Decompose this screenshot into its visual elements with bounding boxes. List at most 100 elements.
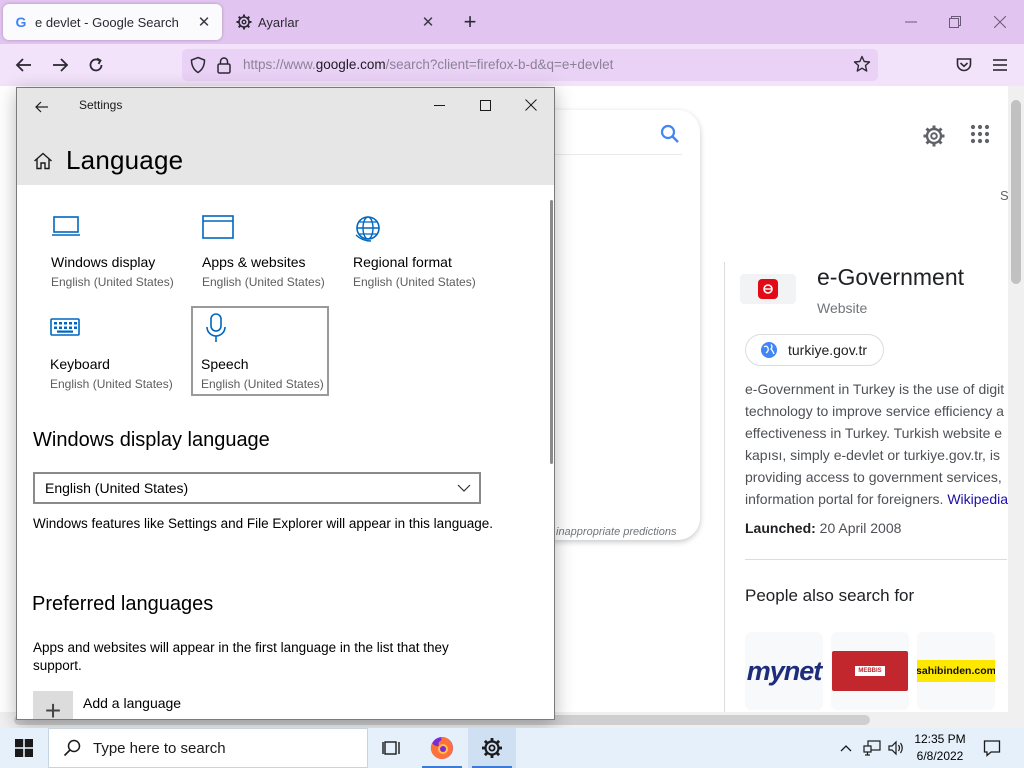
tab-ayarlar[interactable]: Ayarlar ✕ (226, 4, 446, 40)
close-window-icon[interactable] (508, 90, 554, 120)
desc-line: kapısı, simply e-devlet or turkiye.gov.t… (745, 447, 1000, 463)
url-text[interactable]: https://www.google.com/search?client=fir… (243, 57, 613, 72)
launched-label: Launched: (745, 520, 816, 536)
tile-subtitle: English (United States) (51, 275, 174, 289)
plus-icon: + (33, 691, 73, 719)
tile-windows-display[interactable]: Windows display English (United States) (35, 206, 174, 294)
windows-start-icon[interactable] (0, 728, 48, 768)
people-also-search-heading: People also search for (745, 586, 915, 605)
minimize-icon[interactable] (416, 90, 462, 120)
browser-tab-bar: G e devlet - Google Search ✕ Ayarlar ✕ + (0, 0, 1024, 44)
forward-arrow-icon[interactable] (46, 51, 74, 79)
maximize-icon[interactable] (462, 90, 508, 120)
new-tab-button[interactable]: + (458, 9, 482, 34)
knowledge-panel-subtitle: Website (817, 300, 868, 316)
url-prefix: https://www. (243, 57, 316, 72)
pasf-card-sahibinden[interactable]: sahibinden.com (917, 632, 995, 710)
tab-google-search[interactable]: G e devlet - Google Search ✕ (3, 4, 222, 40)
close-tab-icon[interactable]: ✕ (418, 12, 438, 32)
tile-subtitle: English (United States) (201, 377, 324, 391)
monitor-icon (51, 214, 81, 245)
desc-line: technology to improve service efficiency… (745, 403, 1004, 419)
gear-icon (236, 14, 252, 30)
dropdown-selected-value: English (United States) (45, 480, 189, 496)
search-suggestions-dropdown[interactable] (530, 110, 700, 540)
url-path: /search?client=firefox-b-d&q=e+devlet (385, 57, 614, 72)
tile-label: Speech (201, 356, 249, 372)
tile-label: Keyboard (50, 356, 110, 372)
search-icon[interactable] (660, 124, 680, 149)
wikipedia-link[interactable]: Wikipedia (947, 491, 1008, 507)
taskbar-search-box[interactable]: Type here to search (48, 728, 368, 768)
globe-icon (353, 214, 383, 249)
taskbar-clock[interactable]: 12:35 PM 6/8/2022 (912, 731, 968, 765)
knowledge-panel-description: e-Government in Turkey is the use of dig… (745, 378, 1024, 510)
windows-display-language-heading: Windows display language (33, 429, 270, 451)
tile-label: Regional format (353, 254, 452, 270)
volume-icon[interactable] (884, 728, 908, 768)
tile-subtitle: English (United States) (50, 377, 173, 391)
minimize-icon[interactable] (888, 8, 934, 36)
chevron-down-icon (457, 481, 471, 500)
preferred-languages-description: Apps and websites will appear in the fir… (33, 640, 449, 673)
tile-subtitle: English (United States) (353, 275, 476, 289)
page-scroll-thumb[interactable] (1011, 100, 1021, 284)
desc-line: providing access to government services, (745, 469, 1002, 485)
e-devlet-logo (740, 274, 796, 304)
desc-line: information portal for foreigners. Wikip… (745, 488, 1024, 510)
reload-icon[interactable] (82, 51, 110, 79)
close-tab-icon[interactable]: ✕ (194, 12, 214, 32)
clock-date: 6/8/2022 (916, 749, 964, 763)
display-language-dropdown[interactable]: English (United States) (33, 472, 481, 504)
desc-line: e-Government in Turkey is the use of dig… (745, 381, 1005, 397)
settings-taskbar-icon[interactable] (468, 728, 516, 768)
pasf-card-mebbis[interactable]: MEBBIS (831, 632, 909, 710)
back-arrow-icon[interactable] (10, 51, 38, 79)
tab-title: e devlet - Google Search (35, 14, 179, 30)
tile-label: Windows display (51, 254, 156, 270)
pasf-card-mynet[interactable]: mynet (745, 632, 823, 710)
notification-center-icon[interactable] (976, 728, 1008, 768)
google-favicon-icon: G (15, 14, 27, 30)
close-window-icon[interactable] (977, 8, 1023, 36)
tile-keyboard[interactable]: Keyboard English (United States) (34, 308, 173, 396)
padlock-icon[interactable] (216, 56, 232, 79)
divider (745, 559, 1007, 560)
settings-title-bar: Settings Language (17, 88, 554, 185)
tile-speech[interactable]: Speech English (United States) (191, 306, 329, 396)
firefox-taskbar-icon[interactable] (418, 728, 466, 768)
chevron-up-icon[interactable] (836, 728, 856, 768)
google-apps-grid-icon[interactable] (970, 124, 990, 149)
globe-icon (761, 342, 777, 358)
preferred-languages-heading: Preferred languages (32, 593, 214, 615)
keyboard-icon (50, 316, 80, 343)
mebbis-logo-text: MEBBIS (855, 666, 885, 676)
restore-icon[interactable] (932, 8, 978, 36)
tile-regional-format[interactable]: Regional format English (United States) (337, 206, 476, 294)
gear-icon[interactable] (922, 124, 946, 153)
knowledge-panel-divider (724, 262, 725, 712)
network-icon[interactable] (860, 728, 884, 768)
website-chip[interactable]: turkiye.gov.tr (745, 334, 884, 366)
hamburger-menu-icon[interactable] (986, 51, 1014, 79)
task-view-icon[interactable] (368, 728, 416, 768)
desc-line: effectiveness in Turkey. Turkish website… (745, 425, 1003, 441)
pocket-icon[interactable] (950, 51, 978, 79)
url-domain: google.com (315, 57, 386, 72)
back-arrow-icon[interactable] (31, 96, 53, 118)
address-bar[interactable]: https://www.google.com/search?client=fir… (182, 49, 878, 81)
settings-window: Settings Language Windows display Englis… (16, 87, 555, 720)
display-language-description: Windows features like Settings and File … (33, 516, 493, 531)
report-predictions-link[interactable]: inappropriate predictions (556, 526, 676, 538)
settings-scrollbar[interactable] (550, 200, 553, 464)
search-placeholder: Type here to search (93, 739, 226, 757)
tile-subtitle: English (United States) (202, 275, 325, 289)
tile-label: Apps & websites (202, 254, 306, 270)
search-icon (63, 739, 81, 757)
home-icon[interactable] (33, 152, 53, 175)
app-window-icon (202, 214, 234, 245)
tile-apps-websites[interactable]: Apps & websites English (United States) (186, 206, 325, 294)
add-language-button[interactable]: + Add a language (33, 691, 181, 719)
bookmark-star-icon[interactable] (853, 55, 871, 78)
tracking-protection-shield-icon[interactable] (189, 56, 207, 79)
